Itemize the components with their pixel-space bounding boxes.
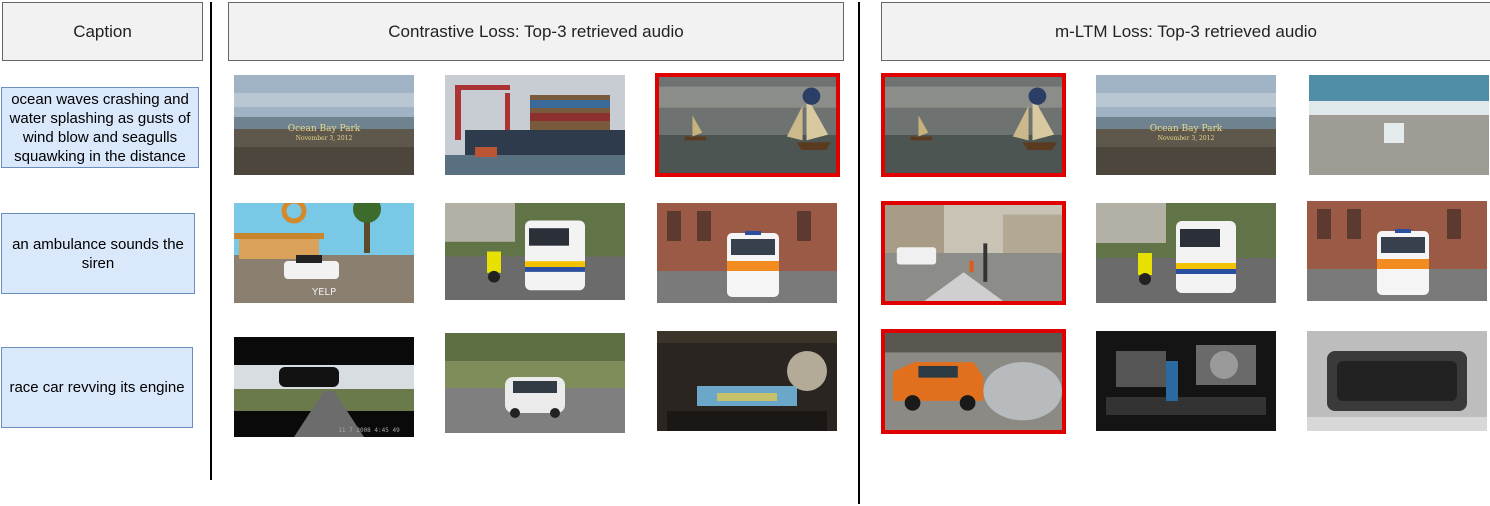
contrastive-r2-rank2-police-van-thumbnail: [445, 203, 625, 300]
mltm-r2-rank2-police-van-thumbnail: [1096, 203, 1276, 303]
mltm-r3-rank3-engine-cover-thumbnail: [1307, 331, 1487, 431]
contrastive-r1-rank3-sailing-ships-thumbnail: [655, 73, 840, 177]
contrastive-r1-rank2-container-ship-thumbnail: [445, 75, 625, 175]
overlay-yelp: YELP: [311, 287, 336, 298]
mltm-r2-rank3-ambulance-street-thumbnail: [1307, 201, 1487, 301]
contrastive-loss-header: Contrastive Loss: Top-3 retrieved audio: [228, 2, 844, 61]
mltm-r2-rank1-city-square-thumbnail: [881, 201, 1066, 305]
mltm-r3-rank2-engine-bay-thumbnail: [1096, 331, 1276, 431]
mltm-r3-rank1-orange-car-burnout-thumbnail: [881, 329, 1066, 434]
caption-ocean-waves: ocean waves crashing and water splashing…: [1, 87, 199, 168]
contrastive-r3-rank2-white-car-thumbnail: [445, 333, 625, 433]
overlay-timestamp: 11 7 2008 4:45 49: [338, 427, 400, 434]
mltm-r1-rank2-beach-thumbnail: Ocean Bay Park November 3, 2012: [1096, 75, 1276, 175]
caption-race-car: race car revving its engine: [1, 347, 193, 428]
contrastive-r3-rank3-rally-cockpit-thumbnail: [657, 331, 837, 431]
caption-ambulance-siren: an ambulance sounds the siren: [1, 213, 195, 294]
overlay-ocean-bay-park: Ocean Bay Park: [288, 124, 361, 134]
contrastive-r2-rank3-ambulance-street-thumbnail: [657, 203, 837, 303]
mltm-r1-rank3-waves-shore-thumbnail: [1309, 75, 1489, 175]
divider-caption-contrastive: [210, 2, 212, 480]
caption-column-header: Caption: [2, 2, 203, 61]
contrastive-r2-rank1-game-police-car-thumbnail: YELP: [234, 203, 414, 303]
overlay-ocean-bay-park: Ocean Bay Park: [1150, 124, 1223, 134]
overlay-date: November 3, 2012: [1158, 135, 1215, 142]
contrastive-r1-rank1-beach-thumbnail: Ocean Bay Park November 3, 2012: [234, 75, 414, 175]
mltm-loss-header: m-LTM Loss: Top-3 retrieved audio: [881, 2, 1490, 61]
divider-contrastive-mltm: [858, 2, 860, 504]
overlay-date: November 3, 2012: [296, 135, 353, 142]
contrastive-r3-rank1-in-car-view-thumbnail: 11 7 2008 4:45 49: [234, 337, 414, 437]
mltm-r1-rank1-sailing-ships-thumbnail: [881, 73, 1066, 177]
